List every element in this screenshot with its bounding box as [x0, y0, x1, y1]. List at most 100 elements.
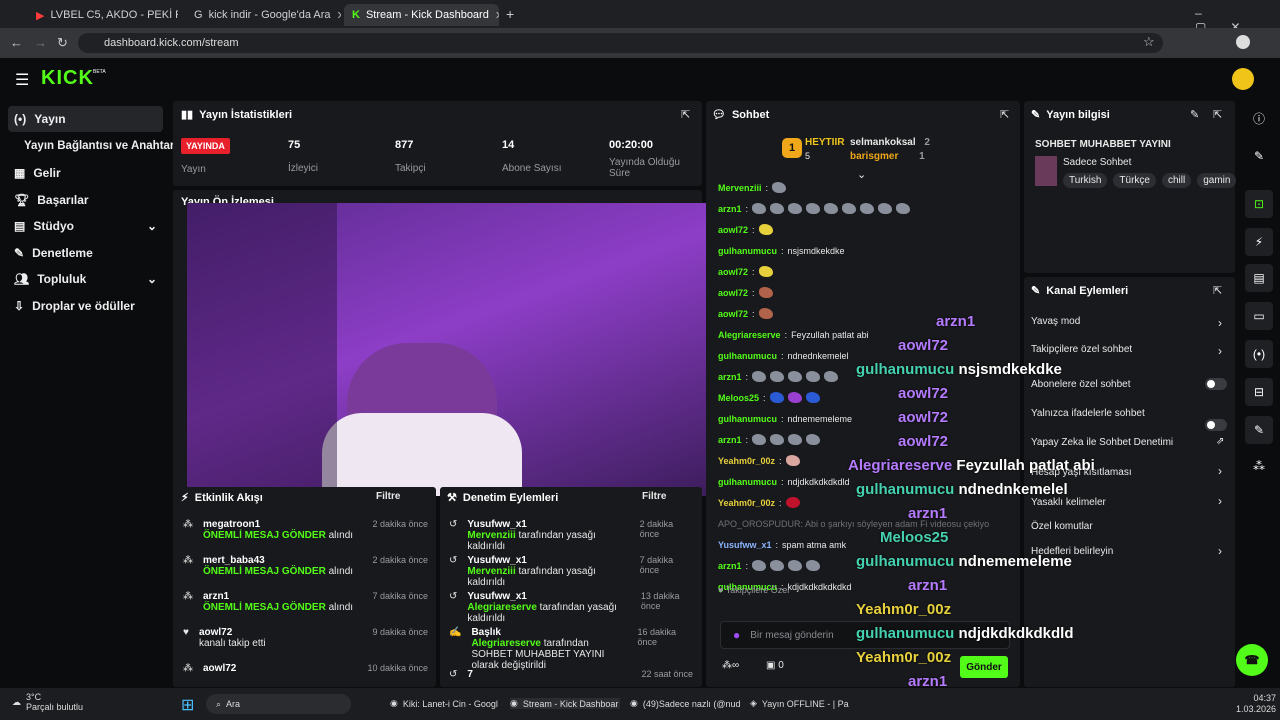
sidebar-item-denetleme[interactable]: ✎ Denetleme [8, 240, 163, 266]
chat-user[interactable]: aowl72 [718, 225, 748, 235]
chat-user[interactable]: gulhanumucu [718, 414, 777, 424]
chat-title-text: Sohbet [731, 108, 770, 121]
weather-widget[interactable]: ☁ 3°C Parçalı bulutlu [12, 692, 83, 712]
chat-user[interactable]: aowl72 [718, 288, 748, 298]
forward-icon[interactable]: → [34, 35, 47, 50]
chat-user[interactable]: arzn1 [718, 372, 742, 382]
chat-user[interactable]: arzn1 [718, 204, 742, 214]
moderation-filter-button[interactable]: Filtre [642, 491, 666, 502]
wrench-icon[interactable]: ✎ [1245, 416, 1273, 444]
clip-icon[interactable]: ⊡ [1245, 190, 1273, 218]
url-field[interactable]: dashboard.kick.com/stream [78, 33, 1163, 53]
chat-user[interactable]: gulhanumucu [718, 351, 777, 361]
expand-icon[interactable]: ⇱ [1000, 108, 1009, 121]
browser-tab[interactable]: Gkick indir - Google'da Ara✕ [186, 4, 341, 26]
overlay-user: Yeahm0r_00z [856, 601, 952, 618]
event-user: megatroon1 [203, 519, 261, 530]
close-icon[interactable]: ✕ [495, 9, 499, 22]
layout-icon[interactable]: ⊟ [1245, 378, 1273, 406]
chevron-right-icon[interactable]: › [1218, 316, 1222, 330]
chat-user[interactable]: aowl72 [718, 267, 748, 277]
back-icon[interactable]: ← [10, 35, 23, 50]
chat-user[interactable]: Yeahm0r_00z [718, 498, 775, 508]
menu-icon[interactable]: ☰ [15, 70, 29, 90]
category-thumbnail[interactable] [1035, 156, 1057, 186]
activity-filter-button[interactable]: Filtre [376, 491, 400, 502]
tag[interactable]: gamin [1197, 173, 1237, 188]
chat-user[interactable]: Yeahm0r_00z [718, 456, 775, 466]
community-icon: 👥︎ [14, 272, 30, 286]
expand-icon[interactable]: ⇱ [681, 108, 690, 121]
external-link-icon[interactable]: ⇗ [1216, 436, 1224, 447]
clock[interactable]: 04:37 1.03.2026 [1236, 693, 1276, 714]
browser-tab-active[interactable]: KStream - Kick Dashboard✕ [344, 4, 499, 26]
list-item: ↺ Yusufww_x1 Alegriareserve tarafından yas… [449, 591, 693, 627]
support-button[interactable]: ☎ [1236, 644, 1268, 676]
webcam-video[interactable] [187, 203, 711, 496]
sidebar-item-yayin[interactable]: (•) Yayın [8, 106, 163, 132]
taskbar-app[interactable]: ◉ (49)Sadece nazlı (@nud [630, 698, 740, 709]
chat-user[interactable]: Mervenziii [718, 183, 762, 193]
info-icon[interactable]: ⓘ [1245, 104, 1273, 132]
sidebar-item-stream-key[interactable]: Yayın Bağlantısı ve Anahtarı [18, 133, 178, 159]
tag[interactable]: chill [1161, 173, 1192, 188]
overlay-message: aowl72 [898, 382, 1170, 406]
sidebar-item-studyo[interactable]: ▤ Stüdyo ⌄ [8, 213, 163, 239]
gifter-3[interactable]: barisgmer 1 [850, 151, 925, 162]
windows-start-icon[interactable]: ⊞ [181, 695, 194, 715]
mic-icon: ● [733, 628, 741, 642]
chat-user[interactable]: Meloos25 [718, 393, 759, 403]
taskbar-search[interactable]: ⌕ Ara [206, 694, 351, 714]
chat-message: aowl72: [718, 219, 1014, 240]
edit-icon[interactable]: ✎ [1245, 142, 1273, 170]
sidebar-item-droplar[interactable]: ⇩ Droplar ve ödüller [8, 293, 163, 319]
chat-user[interactable]: gulhanumucu [718, 246, 777, 256]
emotes-only-toggle[interactable] [1205, 419, 1227, 431]
event-user: aowl72 [203, 663, 237, 674]
tag[interactable]: Türkçe [1113, 173, 1156, 188]
info-title: ✎ Yayın bilgisi [1031, 108, 1110, 122]
expand-icon[interactable]: ⇱ [1213, 108, 1222, 121]
chat-user[interactable]: arzn1 [718, 435, 742, 445]
profile-avatar[interactable] [1236, 35, 1250, 49]
overlay-user: Meloos25 [880, 529, 949, 546]
notes-icon[interactable]: ▤ [1245, 264, 1273, 292]
chat-icon[interactable]: ▭ [1245, 302, 1273, 330]
stream-category[interactable]: Sadece Sohbet [1063, 157, 1131, 168]
rat-emote-icon [752, 203, 767, 214]
mod-target: Başlık [471, 627, 501, 638]
chat-user[interactable]: aowl72 [718, 309, 748, 319]
bookmark-star-icon[interactable]: ☆ [1143, 34, 1155, 50]
share-icon[interactable]: ⁂ [1245, 452, 1273, 480]
taskbar-app[interactable]: ◈ Yayın OFFLINE - | Pa [750, 698, 860, 709]
gifter-2[interactable]: selmankoksal 2 [850, 137, 930, 148]
sidebar-item-gelir[interactable]: ▦ Gelir [8, 160, 163, 186]
sidebar-item-topluluk[interactable]: 👥︎ Topluluk ⌄ [8, 266, 163, 292]
taskbar-app[interactable]: ◉ Kiki: Lanet-i Cin - Googl [390, 698, 500, 709]
chat-user[interactable]: Yusufww_x1 [718, 540, 772, 550]
reload-icon[interactable]: ↻ [57, 35, 68, 51]
chevron-right-icon[interactable]: › [1218, 494, 1222, 508]
chat-user[interactable]: gulhanumucu [718, 477, 777, 487]
chat-user[interactable]: arzn1 [718, 561, 742, 571]
expand-icon[interactable]: ⇱ [1213, 284, 1222, 297]
kick-logo[interactable]: KICK [41, 67, 94, 90]
new-tab-icon[interactable]: + [506, 6, 514, 22]
bolt-icon[interactable]: ⚡︎ [1245, 228, 1273, 256]
list-item: ⁂ mert_baba43 ÖNEMLİ MESAJ GÖNDER alındı 2 … [183, 555, 428, 591]
chevron-right-icon[interactable]: › [1218, 464, 1222, 478]
close-icon[interactable]: ✕ [337, 9, 342, 22]
taskbar-app[interactable]: ◉ Stream - Kick Dashboar [510, 698, 620, 709]
chevron-right-icon[interactable]: › [1218, 344, 1222, 358]
chevron-right-icon[interactable]: › [1218, 544, 1222, 558]
sidebar-item-basarilar[interactable]: 🏆︎ Başarılar [8, 187, 163, 213]
top-gifter-name[interactable]: HEYTIIR [805, 137, 844, 148]
edit-icon[interactable]: ✎ [1190, 108, 1199, 121]
event-action: ÖNEMLİ MESAJ GÖNDER [203, 530, 326, 541]
user-avatar[interactable] [1232, 68, 1254, 90]
tag[interactable]: Turkish [1063, 173, 1108, 188]
subs-only-toggle[interactable] [1205, 378, 1227, 390]
browser-tab[interactable]: ▶LVBEL C5, AKDO - PEKİ PEKİ✕ [28, 4, 178, 26]
points-icon[interactable]: ⁂∞ [722, 660, 739, 671]
broadcast-icon[interactable]: (•) [1245, 340, 1273, 368]
